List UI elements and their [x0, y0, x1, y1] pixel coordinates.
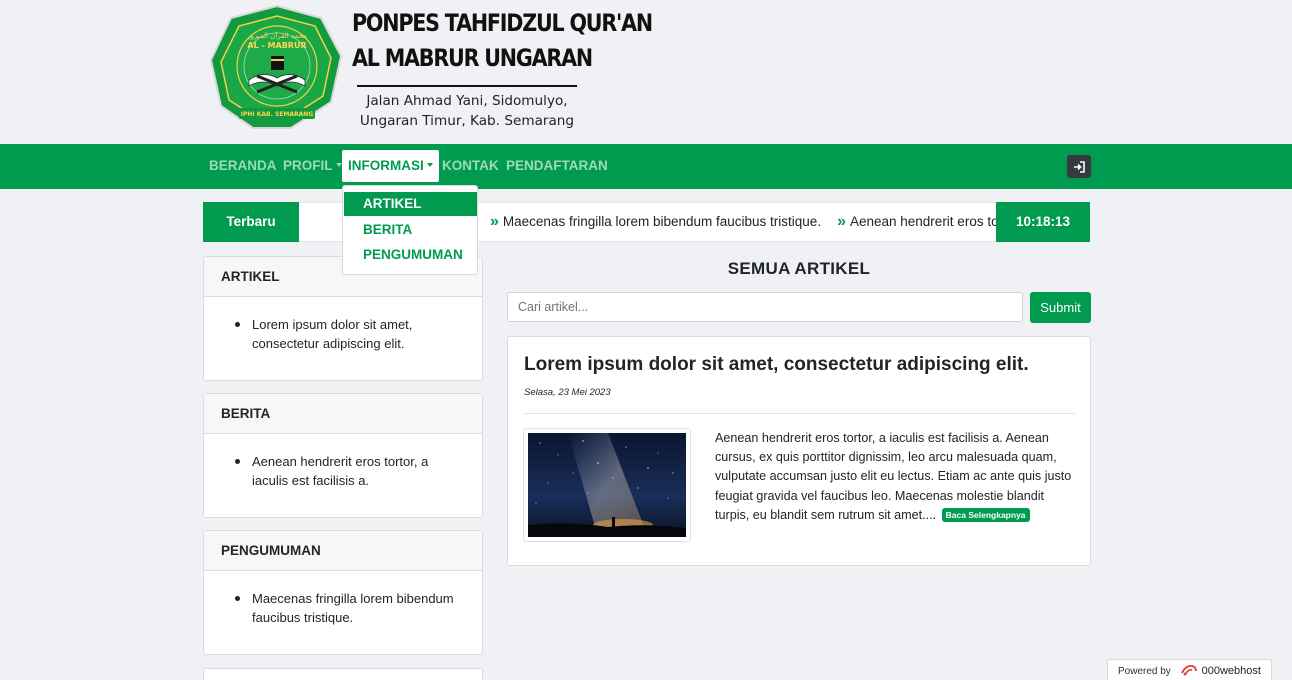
sidebar-card-body: Aenean hendrerit eros tortor, a iaculis …	[204, 434, 482, 490]
sidebar-card-pengumuman: PENGUMUMAN Maecenas fringilla lorem bibe…	[203, 530, 483, 655]
nav-kontak[interactable]: KONTAK	[442, 150, 499, 182]
svg-text:محمد القرآن المبرور: محمد القرآن المبرور	[246, 31, 307, 40]
ticker-label: Terbaru	[203, 202, 299, 242]
logo-emblem-icon: محمد القرآن المبرور AL - MABRUR IPHI KAB…	[209, 4, 343, 129]
article-title[interactable]: Lorem ipsum dolor sit amet, consectetur …	[524, 351, 1084, 379]
ticker-item[interactable]: Maecenas fringilla lorem bibendum faucib…	[503, 214, 821, 229]
nav-profil-label: PROFIL	[283, 158, 333, 173]
sidebar-list-item[interactable]: Maecenas fringilla lorem bibendum faucib…	[235, 589, 466, 627]
webhost-logo-icon	[1180, 664, 1197, 676]
nav-kontak-label: KONTAK	[442, 158, 499, 173]
brand-title-line2: AL MABRUR UNGARAN	[352, 44, 593, 72]
svg-text:IPHI KAB. SEMARANG: IPHI KAB. SEMARANG	[241, 111, 314, 118]
nav-beranda[interactable]: BERANDA	[209, 150, 277, 182]
brand-address: Jalan Ahmad Yani, Sidomulyo, Ungaran Tim…	[359, 93, 575, 129]
sign-in-icon	[1074, 160, 1085, 173]
powered-by-badge[interactable]: Powered by 000webhost	[1107, 659, 1272, 680]
sidebar-card-title: BERITA	[204, 394, 482, 434]
chevron-right-icon: »	[490, 213, 499, 230]
nav-profil[interactable]: PROFIL	[283, 150, 342, 182]
article-divider	[524, 413, 1075, 414]
search-input[interactable]	[507, 292, 1023, 322]
brand-divider	[357, 85, 577, 87]
brand-title-line1: PONPES TAHFIDZUL QUR'AN	[352, 9, 653, 37]
sidebar-card-body: Lorem ipsum dolor sit amet, consectetur …	[204, 297, 482, 353]
page-title: SEMUA ARTIKEL	[727, 259, 871, 278]
submit-button[interactable]: Submit	[1030, 292, 1091, 323]
informasi-dropdown-menu: ARTIKEL BERITA PENGUMUMAN	[342, 185, 478, 275]
dropdown-item-pengumuman[interactable]: PENGUMUMAN	[344, 243, 477, 267]
brand-title: PONPES TAHFIDZUL QUR'AN AL MABRUR UNGARA…	[352, 6, 653, 76]
sidebar-card-berita: BERITA Aenean hendrerit eros tortor, a i…	[203, 393, 483, 518]
sidebar-card-partial	[203, 668, 483, 680]
ticker-item[interactable]: Aenean hendrerit eros tortor, a iaculis …	[850, 214, 998, 229]
sidebar-card-title: PENGUMUMAN	[204, 531, 482, 571]
svg-text:AL - MABRUR: AL - MABRUR	[247, 41, 306, 50]
nav-informasi[interactable]: INFORMASI	[342, 150, 439, 182]
article-date: Selasa, 23 Mei 2023	[524, 387, 611, 398]
sidebar-list-item[interactable]: Aenean hendrerit eros tortor, a iaculis …	[235, 452, 466, 490]
milky-way-image	[528, 433, 686, 537]
site-logo[interactable]: محمد القرآن المبرور AL - MABRUR IPHI KAB…	[209, 4, 345, 130]
login-button[interactable]	[1067, 155, 1091, 178]
main-navbar	[0, 144, 1292, 189]
article-excerpt: Aenean hendrerit eros tortor, a iaculis …	[715, 429, 1078, 525]
nav-beranda-label: BERANDA	[209, 158, 277, 173]
clock-display: 10:18:13	[996, 202, 1090, 242]
site-header: محمد القرآن المبرور AL - MABRUR IPHI KAB…	[0, 0, 1292, 144]
ticker-track: » Maecenas fringilla lorem bibendum fauci…	[490, 202, 998, 242]
read-more-button[interactable]: Baca Selengkapnya	[941, 507, 1030, 522]
dropdown-item-artikel[interactable]: ARTIKEL	[344, 192, 477, 216]
dropdown-item-berita[interactable]: BERITA	[344, 218, 477, 242]
nav-informasi-label: INFORMASI	[348, 158, 424, 173]
host-name: 000webhost	[1201, 665, 1261, 677]
chevron-down-icon	[335, 163, 342, 167]
nav-pendaftaran[interactable]: PENDAFTARAN	[506, 150, 608, 182]
powered-by-label: Powered by	[1118, 666, 1171, 677]
article-thumbnail[interactable]	[523, 428, 691, 542]
nav-pendaftaran-label: PENDAFTARAN	[506, 158, 608, 173]
sidebar-card-body: Maecenas fringilla lorem bibendum faucib…	[204, 571, 482, 627]
chevron-down-icon	[426, 163, 433, 167]
chevron-right-icon: »	[837, 213, 846, 230]
sidebar-list-item[interactable]: Lorem ipsum dolor sit amet, consectetur …	[235, 315, 466, 353]
